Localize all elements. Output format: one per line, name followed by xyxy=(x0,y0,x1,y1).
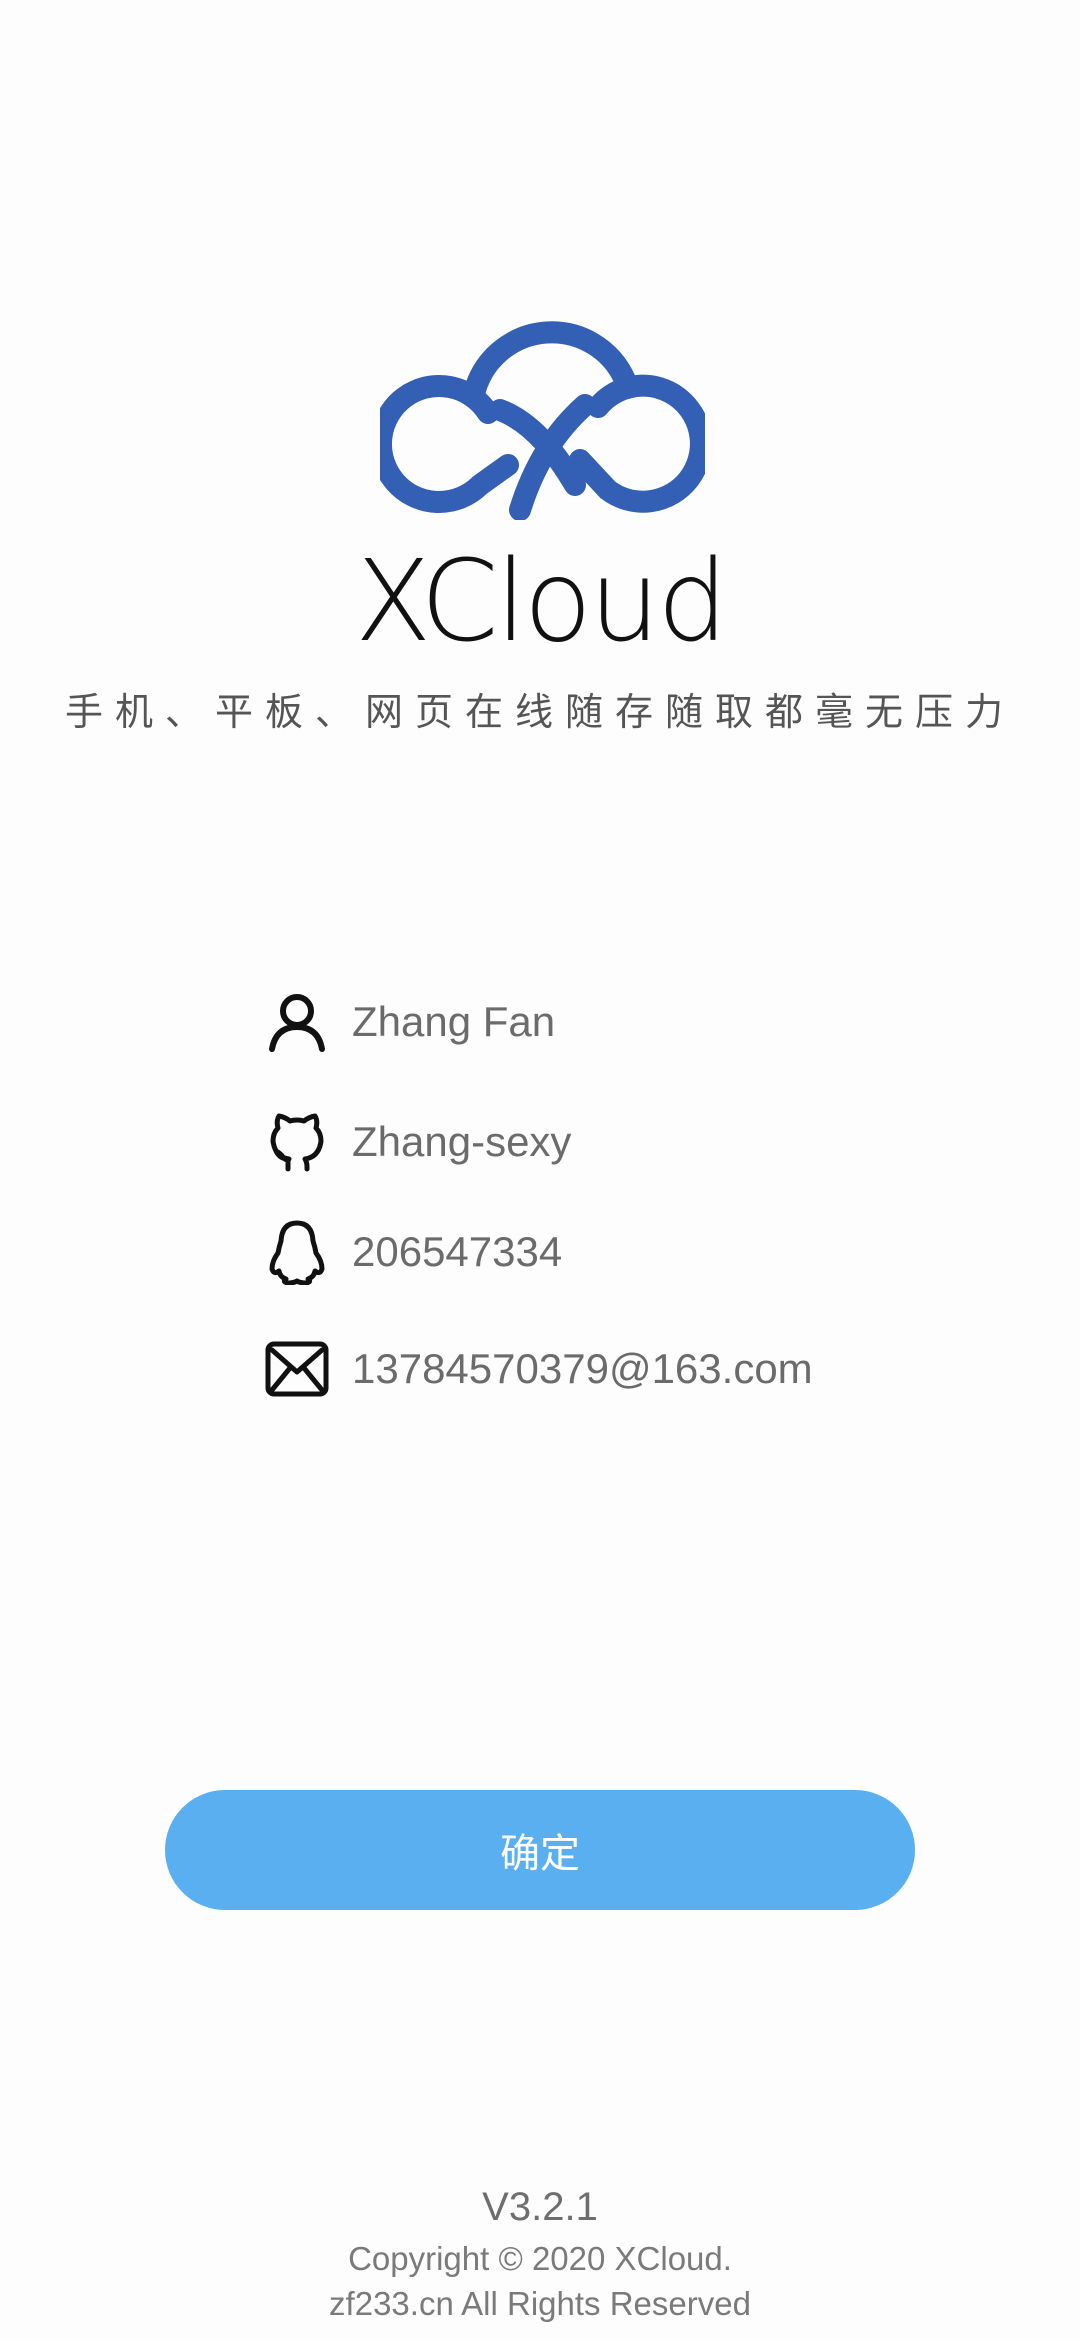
info-row-email: 13784570379@163.com xyxy=(262,1329,813,1409)
rights-text: zf233.cn All Rights Reserved xyxy=(329,2285,751,2322)
app-name: XCloud xyxy=(354,537,729,667)
xcloud-logo-icon xyxy=(380,321,705,520)
github-username: Zhang-sexy xyxy=(352,1118,572,1165)
qq-icon xyxy=(262,1217,332,1287)
info-row-name: Zhang Fan xyxy=(262,982,555,1062)
confirm-button[interactable]: 确定 xyxy=(165,1790,915,1910)
author-name: Zhang Fan xyxy=(352,998,556,1045)
copyright-text: Copyright © 2020 XCloud. xyxy=(348,2240,732,2277)
app-slogan: 手机、平板、网页在线随存随取都毫无压力 xyxy=(64,690,1015,734)
qq-number: 206547334 xyxy=(352,1228,563,1275)
info-row-github: Zhang-sexy xyxy=(262,1102,571,1182)
github-icon xyxy=(262,1107,332,1177)
info-row-qq: 206547334 xyxy=(262,1212,562,1292)
mail-icon xyxy=(262,1334,332,1404)
about-page: XCloud 手机、平板、网页在线随存随取都毫无压力 Zhang Fan Zha… xyxy=(0,0,1080,2340)
version-label: V3.2.1 xyxy=(482,2185,598,2229)
email-address: 13784570379@163.com xyxy=(352,1345,813,1392)
user-icon xyxy=(262,987,332,1057)
